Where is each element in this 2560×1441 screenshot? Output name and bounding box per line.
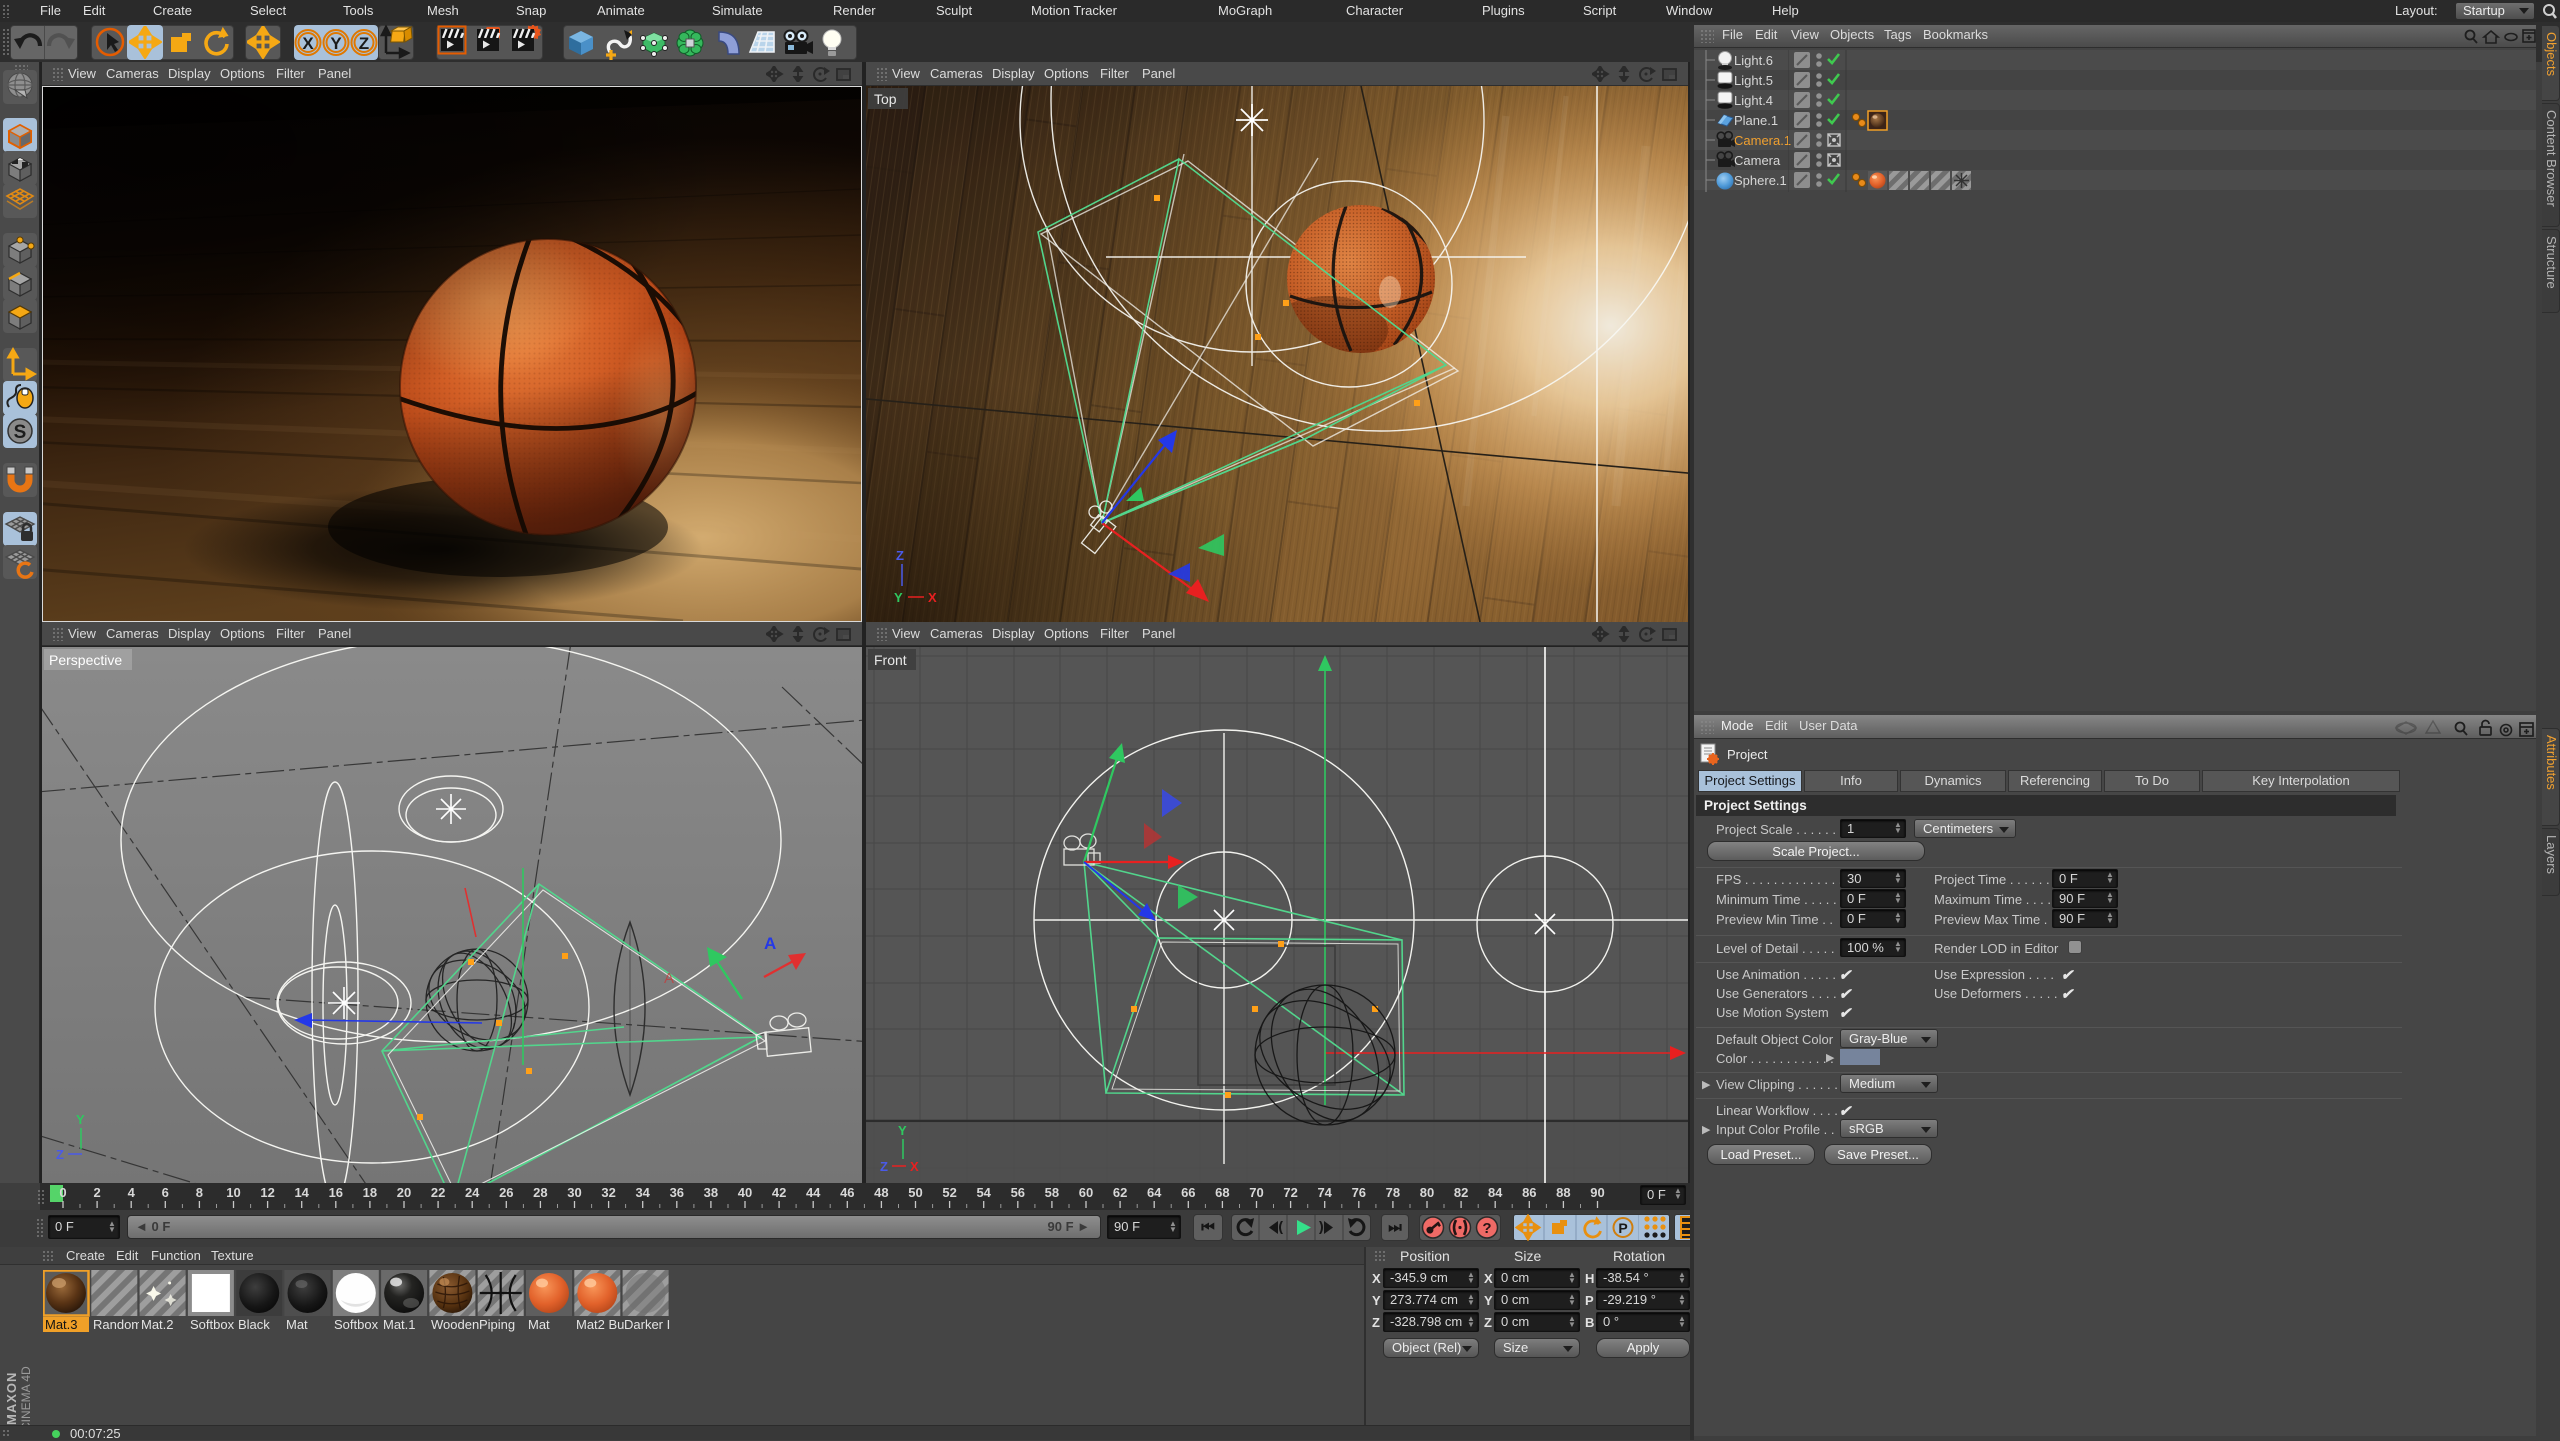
svg-text:Y: Y (76, 1112, 85, 1127)
svg-text:Z: Z (896, 548, 904, 563)
svg-text:42: 42 (772, 1185, 786, 1200)
svg-text:48: 48 (874, 1185, 888, 1200)
svg-text:72: 72 (1283, 1185, 1297, 1200)
svg-text:Top: Top (874, 91, 897, 107)
svg-text:?: ? (1482, 1220, 1491, 1237)
svg-text:18: 18 (363, 1185, 377, 1200)
svg-text:88: 88 (1556, 1185, 1570, 1200)
svg-text:10: 10 (226, 1185, 240, 1200)
svg-text:12: 12 (260, 1185, 274, 1200)
svg-text:22: 22 (431, 1185, 445, 1200)
svg-text:52: 52 (942, 1185, 956, 1200)
svg-text:34: 34 (635, 1185, 650, 1200)
svg-text:62: 62 (1113, 1185, 1127, 1200)
svg-text:0: 0 (59, 1185, 66, 1200)
svg-text:8: 8 (196, 1185, 203, 1200)
svg-text:P: P (1618, 1220, 1627, 1236)
svg-text:46: 46 (840, 1185, 854, 1200)
svg-text:Y: Y (898, 1123, 907, 1138)
svg-text:S: S (14, 422, 27, 443)
svg-text:70: 70 (1249, 1185, 1263, 1200)
svg-text:82: 82 (1454, 1185, 1468, 1200)
svg-text:Front: Front (874, 652, 907, 668)
svg-text:Z: Z (56, 1147, 64, 1162)
svg-text:78: 78 (1386, 1185, 1400, 1200)
svg-text:38: 38 (704, 1185, 718, 1200)
svg-text:90: 90 (1590, 1185, 1604, 1200)
svg-text:Z: Z (880, 1159, 888, 1174)
svg-text:60: 60 (1079, 1185, 1093, 1200)
svg-text:6: 6 (162, 1185, 169, 1200)
svg-text:2: 2 (93, 1185, 100, 1200)
svg-text:Y: Y (894, 590, 903, 605)
svg-text:X: X (928, 590, 937, 605)
svg-text:16: 16 (329, 1185, 343, 1200)
svg-text:26: 26 (499, 1185, 513, 1200)
svg-text:84: 84 (1488, 1185, 1503, 1200)
svg-text:24: 24 (465, 1185, 480, 1200)
svg-text:A: A (764, 934, 776, 953)
svg-text:58: 58 (1045, 1185, 1059, 1200)
svg-text:Y: Y (330, 34, 342, 53)
svg-text:36: 36 (670, 1185, 684, 1200)
svg-text:20: 20 (397, 1185, 411, 1200)
svg-text:56: 56 (1011, 1185, 1025, 1200)
svg-text:30: 30 (567, 1185, 581, 1200)
svg-text:64: 64 (1147, 1185, 1162, 1200)
svg-text:Z: Z (359, 34, 369, 53)
svg-text:X: X (910, 1159, 919, 1174)
svg-text:54: 54 (976, 1185, 991, 1200)
svg-text:X: X (302, 34, 314, 53)
svg-text:50: 50 (908, 1185, 922, 1200)
svg-text:40: 40 (738, 1185, 752, 1200)
svg-text:32: 32 (601, 1185, 615, 1200)
svg-text:76: 76 (1352, 1185, 1366, 1200)
svg-text:14: 14 (294, 1185, 309, 1200)
svg-text:66: 66 (1181, 1185, 1195, 1200)
svg-text:4: 4 (128, 1185, 136, 1200)
svg-text:28: 28 (533, 1185, 547, 1200)
svg-text:Perspective: Perspective (49, 652, 122, 668)
svg-text:74: 74 (1317, 1185, 1332, 1200)
svg-text:A: A (664, 970, 674, 987)
svg-text:86: 86 (1522, 1185, 1536, 1200)
svg-text:44: 44 (806, 1185, 821, 1200)
svg-text:80: 80 (1420, 1185, 1434, 1200)
svg-text:68: 68 (1215, 1185, 1229, 1200)
